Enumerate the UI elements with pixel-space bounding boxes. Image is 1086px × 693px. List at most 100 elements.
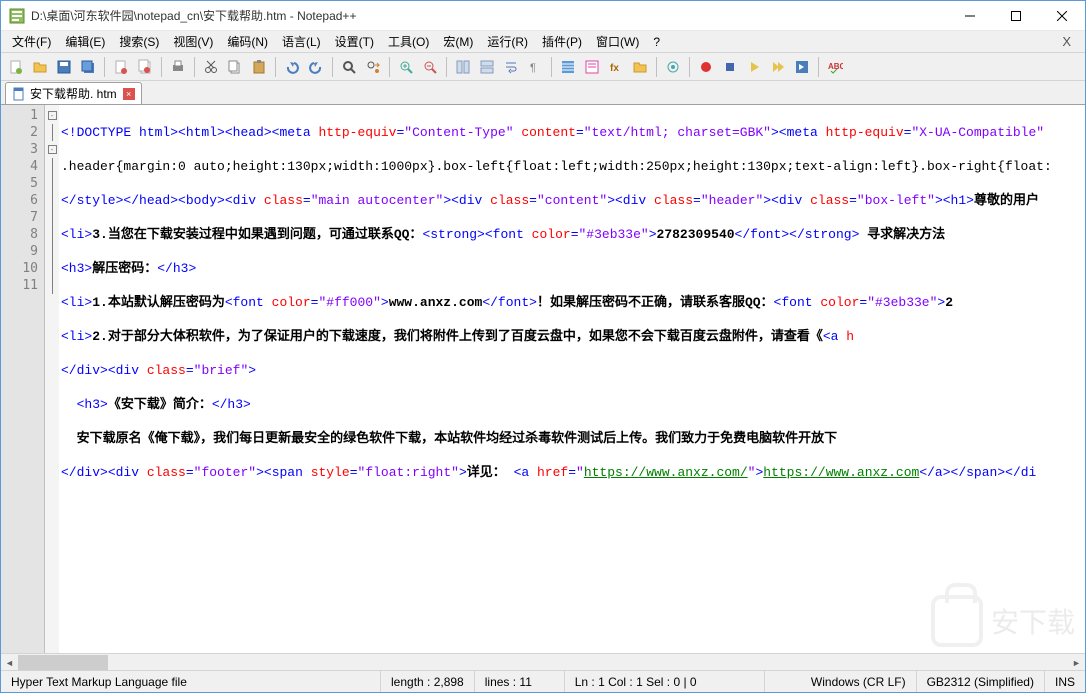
- spellcheck-button[interactable]: ABC: [824, 56, 846, 78]
- status-filetype: Hyper Text Markup Language file: [1, 671, 381, 692]
- zoom-in-button[interactable]: [395, 56, 417, 78]
- find-button[interactable]: [338, 56, 360, 78]
- new-file-button[interactable]: [5, 56, 27, 78]
- editor[interactable]: 1 2 3 4 5 6 7 8 9 10 11 - - <!DOCTYPE ht…: [1, 105, 1085, 653]
- menu-file[interactable]: 文件(F): [5, 31, 58, 52]
- menu-tools[interactable]: 工具(O): [381, 31, 436, 52]
- print-button[interactable]: [167, 56, 189, 78]
- toolbar-separator: [275, 57, 276, 77]
- open-file-button[interactable]: [29, 56, 51, 78]
- toolbar-separator: [194, 57, 195, 77]
- close-all-button[interactable]: [134, 56, 156, 78]
- status-position: Ln : 1 Col : 1 Sel : 0 | 0: [565, 671, 765, 692]
- line-number: 11: [3, 277, 38, 294]
- stop-macro-button[interactable]: [719, 56, 741, 78]
- line-number: 5: [3, 175, 38, 192]
- menu-window[interactable]: 窗口(W): [589, 31, 646, 52]
- fold-toggle[interactable]: -: [48, 111, 57, 120]
- lang-button[interactable]: [581, 56, 603, 78]
- cut-button[interactable]: [200, 56, 222, 78]
- window-controls: [947, 1, 1085, 31]
- menu-help[interactable]: ?: [646, 33, 667, 51]
- status-eol[interactable]: Windows (CR LF): [801, 671, 917, 692]
- app-window: D:\桌面\河东软件园\notepad_cn\安下载帮助.htm - Notep…: [0, 0, 1086, 693]
- svg-text:ABC: ABC: [828, 62, 843, 71]
- fold-column[interactable]: - -: [45, 105, 59, 653]
- status-insert-mode[interactable]: INS: [1045, 671, 1085, 692]
- maximize-button[interactable]: [993, 1, 1039, 31]
- line-number: 3: [3, 141, 38, 158]
- save-button[interactable]: [53, 56, 75, 78]
- fold-line: [52, 192, 53, 209]
- fold-line: [52, 260, 53, 277]
- menubar: 文件(F) 编辑(E) 搜索(S) 视图(V) 编码(N) 语言(L) 设置(T…: [1, 31, 1085, 53]
- indent-guide-button[interactable]: [557, 56, 579, 78]
- horizontal-scrollbar[interactable]: ◄ ►: [1, 653, 1085, 670]
- line-number: 1: [3, 107, 38, 124]
- menu-run[interactable]: 运行(R): [480, 31, 535, 52]
- status-lines: lines : 11: [475, 671, 565, 692]
- toolbar-separator: [161, 57, 162, 77]
- menu-plugins[interactable]: 插件(P): [535, 31, 589, 52]
- status-encoding[interactable]: GB2312 (Simplified): [917, 671, 1045, 692]
- line-number: 10: [3, 260, 38, 277]
- menu-settings[interactable]: 设置(T): [328, 31, 381, 52]
- show-all-chars-button[interactable]: ¶: [524, 56, 546, 78]
- svg-text:fx: fx: [610, 63, 619, 74]
- save-all-button[interactable]: [77, 56, 99, 78]
- paste-button[interactable]: [248, 56, 270, 78]
- zoom-out-button[interactable]: [419, 56, 441, 78]
- fold-line: [52, 243, 53, 260]
- tab-document[interactable]: 安下载帮助. htm ×: [5, 82, 142, 104]
- line-gutter: 1 2 3 4 5 6 7 8 9 10 11: [1, 105, 45, 653]
- toolbar-separator: [551, 57, 552, 77]
- menu-edit[interactable]: 编辑(E): [58, 31, 112, 52]
- monitor-button[interactable]: [662, 56, 684, 78]
- line-number: 4: [3, 158, 38, 175]
- menu-macro[interactable]: 宏(M): [436, 31, 480, 52]
- scroll-right-arrow[interactable]: ►: [1068, 654, 1085, 671]
- fold-line: [52, 175, 53, 192]
- toolbar-separator: [389, 57, 390, 77]
- func-list-button[interactable]: fx: [605, 56, 627, 78]
- tab-close-icon[interactable]: ×: [123, 88, 135, 100]
- folder-button[interactable]: [629, 56, 651, 78]
- sync-h-button[interactable]: [476, 56, 498, 78]
- replace-button[interactable]: [362, 56, 384, 78]
- play-macro-button[interactable]: [743, 56, 765, 78]
- code-area[interactable]: <!DOCTYPE html><html><head><meta http-eq…: [59, 105, 1085, 653]
- file-icon: [12, 87, 26, 101]
- play-multi-button[interactable]: [767, 56, 789, 78]
- close-button[interactable]: [1039, 1, 1085, 31]
- minimize-button[interactable]: [947, 1, 993, 31]
- wrap-button[interactable]: [500, 56, 522, 78]
- toolbar-separator: [104, 57, 105, 77]
- menu-search[interactable]: 搜索(S): [112, 31, 166, 52]
- scroll-left-arrow[interactable]: ◄: [1, 654, 18, 671]
- fold-line: [52, 277, 53, 294]
- app-icon: [9, 8, 25, 24]
- save-macro-button[interactable]: [791, 56, 813, 78]
- copy-button[interactable]: [224, 56, 246, 78]
- fold-line: [52, 209, 53, 226]
- sync-v-button[interactable]: [452, 56, 474, 78]
- line-number: 9: [3, 243, 38, 260]
- record-macro-button[interactable]: [695, 56, 717, 78]
- scroll-track[interactable]: [18, 654, 1068, 670]
- scroll-thumb[interactable]: [18, 655, 108, 670]
- undo-button[interactable]: [281, 56, 303, 78]
- redo-button[interactable]: [305, 56, 327, 78]
- menu-language[interactable]: 语言(L): [275, 31, 328, 52]
- close-file-button[interactable]: [110, 56, 132, 78]
- menu-encoding[interactable]: 编码(N): [220, 31, 275, 52]
- status-length: length : 2,898: [381, 671, 475, 692]
- line-number: 2: [3, 124, 38, 141]
- toolbar-separator: [818, 57, 819, 77]
- fold-line: [52, 158, 53, 175]
- menubar-x-icon[interactable]: X: [1052, 34, 1081, 49]
- titlebar[interactable]: D:\桌面\河东软件园\notepad_cn\安下载帮助.htm - Notep…: [1, 1, 1085, 31]
- menu-view[interactable]: 视图(V): [166, 31, 220, 52]
- fold-toggle[interactable]: -: [48, 145, 57, 154]
- toolbar-separator: [446, 57, 447, 77]
- fold-line: [52, 124, 53, 141]
